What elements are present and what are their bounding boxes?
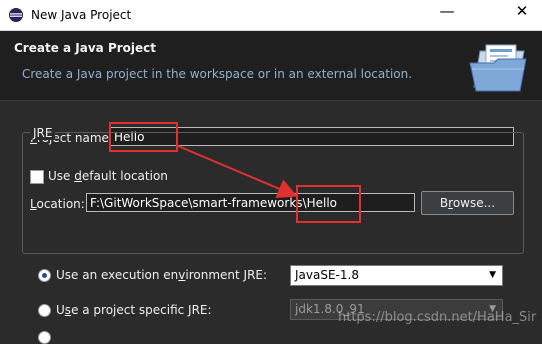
watermark-text: https://blog.csdn.net/HaHa_Sir xyxy=(338,310,537,325)
annotation-arrow xyxy=(177,145,298,198)
